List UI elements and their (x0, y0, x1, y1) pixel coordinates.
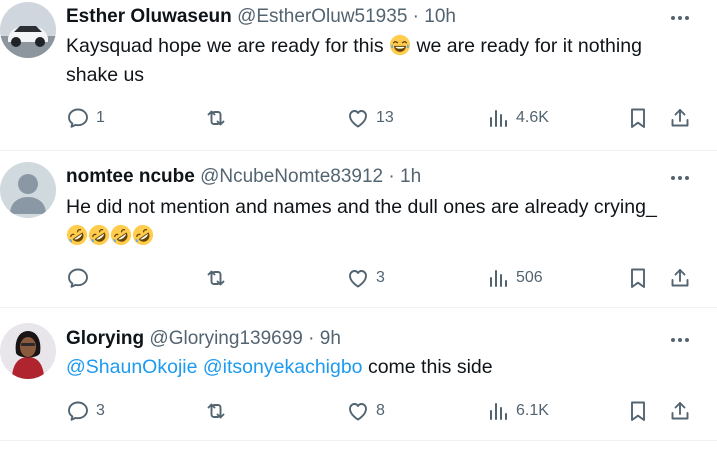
author-handle[interactable]: @EstherOluw51935 (237, 6, 407, 27)
timestamp[interactable]: 1h (400, 166, 421, 187)
reply-button[interactable]: 3 (66, 398, 105, 424)
bookmark-icon (626, 266, 650, 290)
more-options-icon[interactable] (666, 166, 694, 190)
tweet-header: Glorying @Glorying139699 · 9h (66, 327, 341, 351)
views-icon (486, 266, 510, 290)
reply-count: 3 (96, 402, 105, 419)
bookmark-button[interactable] (626, 265, 650, 291)
tweet-text: He did not mention and names and the dul… (66, 193, 666, 251)
tweet-header: Esther Oluwaseun @EstherOluw51935 · 10h (66, 5, 456, 29)
rofl-icon (88, 224, 110, 246)
timestamp[interactable]: 9h (320, 328, 341, 349)
tweet-text-part: He did not mention and names and the dul… (66, 196, 657, 218)
repost-button[interactable] (204, 265, 234, 291)
view-count: 6.1K (516, 402, 549, 419)
rofl-icon (110, 224, 132, 246)
author-handle[interactable]: @NcubeNomte83912 (200, 166, 383, 187)
share-icon (668, 266, 692, 290)
heart-icon (346, 399, 370, 423)
mention-link[interactable]: @ShaunOkojie (66, 356, 197, 378)
rofl-icon (66, 224, 88, 246)
like-count: 13 (376, 109, 394, 126)
tweet-text-part: come this side (362, 356, 493, 378)
separator: · (412, 6, 419, 27)
repost-icon (204, 106, 228, 130)
tweet[interactable]: nomtee ncube @NcubeNomte83912 · 1h He di… (0, 150, 717, 307)
author-name[interactable]: nomtee ncube (66, 166, 195, 187)
like-count: 3 (376, 269, 385, 286)
reply-icon (66, 399, 90, 423)
tweet-header: nomtee ncube @NcubeNomte83912 · 1h (66, 165, 421, 189)
tweet-text-part: Kaysquad hope we are ready for this (66, 35, 390, 57)
like-button[interactable]: 3 (346, 265, 385, 291)
bookmark-icon (626, 399, 650, 423)
views-button[interactable]: 506 (486, 265, 543, 291)
separator: · (388, 166, 395, 187)
tweet-text: @ShaunOkojie @itsonyekachigbo come this … (66, 353, 666, 382)
share-button[interactable] (668, 398, 692, 424)
like-count: 8 (376, 402, 385, 419)
more-options-icon[interactable] (666, 6, 694, 30)
divider (0, 440, 717, 441)
bookmark-icon (626, 106, 650, 130)
repost-button[interactable] (204, 398, 234, 424)
share-icon (668, 399, 692, 423)
avatar[interactable] (0, 162, 56, 218)
action-bar: 1 13 4.6K (66, 105, 706, 131)
heart-icon (346, 106, 370, 130)
reply-button[interactable]: 1 (66, 105, 105, 131)
share-icon (668, 106, 692, 130)
tweet-text: Kaysquad hope we are ready for this we a… (66, 32, 666, 90)
repost-button[interactable] (204, 105, 234, 131)
share-button[interactable] (668, 105, 692, 131)
repost-icon (204, 399, 228, 423)
tweet[interactable]: Esther Oluwaseun @EstherOluw51935 · 10h … (0, 0, 717, 150)
action-bar: 3 8 6.1K (66, 398, 706, 424)
bookmark-button[interactable] (626, 105, 650, 131)
action-bar: 3 506 (66, 265, 706, 291)
timestamp[interactable]: 10h (424, 6, 456, 27)
author-handle[interactable]: @Glorying139699 (149, 328, 302, 349)
views-icon (486, 106, 510, 130)
reply-icon (66, 266, 90, 290)
views-icon (486, 399, 510, 423)
separator: · (308, 328, 315, 349)
mention-link[interactable]: @itsonyekachigbo (203, 356, 363, 378)
view-count: 4.6K (516, 109, 549, 126)
rofl-icon (132, 224, 154, 246)
avatar[interactable] (0, 2, 56, 58)
views-button[interactable]: 4.6K (486, 105, 549, 131)
tweet[interactable]: Glorying @Glorying139699 · 9h @ShaunOkoj… (0, 307, 717, 440)
avatar[interactable] (0, 323, 56, 379)
author-name[interactable]: Glorying (66, 328, 144, 349)
repost-icon (204, 266, 228, 290)
author-name[interactable]: Esther Oluwaseun (66, 6, 232, 27)
reply-button[interactable] (66, 265, 96, 291)
share-button[interactable] (668, 265, 692, 291)
like-button[interactable]: 8 (346, 398, 385, 424)
views-button[interactable]: 6.1K (486, 398, 549, 424)
view-count: 506 (516, 269, 543, 286)
reply-icon (66, 106, 90, 130)
bookmark-button[interactable] (626, 398, 650, 424)
like-button[interactable]: 13 (346, 105, 394, 131)
heart-icon (346, 266, 370, 290)
reply-count: 1 (96, 109, 105, 126)
joy-icon (389, 34, 411, 56)
more-options-icon[interactable] (666, 328, 694, 352)
